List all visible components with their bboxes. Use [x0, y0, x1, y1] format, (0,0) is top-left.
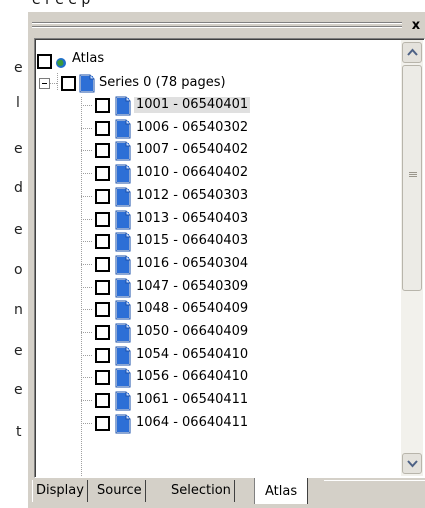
page-label: 1061 - 06540411 [136, 392, 249, 408]
bg-letter: l [16, 95, 20, 111]
bg-letter: e [14, 141, 23, 157]
bg-letter: e [14, 382, 23, 398]
document-icon [115, 346, 131, 366]
tree-page-item[interactable]: 1006 - 06540302 [35, 118, 395, 139]
page-checkbox[interactable] [95, 415, 110, 431]
globe-icon [56, 58, 66, 68]
page-label: 1007 - 06540402 [136, 142, 249, 158]
chevron-down-icon [407, 460, 418, 468]
tree-page-item[interactable]: 1048 - 06540409 [35, 299, 395, 320]
document-icon [115, 414, 131, 434]
tab-source[interactable]: Source [94, 480, 146, 502]
bg-letter: d [14, 180, 23, 196]
document-icon [115, 96, 131, 116]
tab-display[interactable]: Display [32, 480, 88, 502]
page-label: 1056 - 06640410 [136, 369, 249, 385]
panel-tabs: Display Source Selection Atlas [28, 478, 425, 508]
document-icon [79, 74, 95, 93]
bg-letter: o [14, 262, 23, 278]
grip-icon [409, 172, 417, 178]
close-button[interactable]: x [409, 19, 423, 33]
tab-atlas[interactable]: Atlas [254, 478, 309, 504]
page-checkbox[interactable] [95, 234, 110, 250]
background-text-fragment: e r e e p [0, 0, 425, 11]
tree-page-item[interactable]: 1016 - 06540304 [35, 254, 395, 275]
bg-letter: e [14, 222, 23, 238]
series-checkbox[interactable] [61, 76, 76, 91]
page-checkbox[interactable] [95, 393, 110, 409]
document-icon [115, 391, 131, 411]
page-checkbox[interactable] [95, 302, 110, 318]
page-checkbox[interactable] [95, 211, 110, 227]
document-icon [115, 141, 131, 161]
page-checkbox[interactable] [95, 279, 110, 295]
tree-root-atlas[interactable]: Atlas [35, 51, 395, 72]
page-label: 1010 - 06640402 [136, 165, 249, 181]
page-label: 1013 - 06540403 [136, 210, 249, 226]
atlas-tree: Atlas Series 0 (78 pages) 1001 - 0654040… [34, 38, 425, 478]
chevron-up-icon [407, 48, 418, 56]
atlas-panel: x Atlas Series 0 (78 pages) 1001 - 06540… [28, 12, 425, 508]
page-checkbox[interactable] [95, 188, 110, 204]
tree-page-item[interactable]: 1061 - 06540411 [35, 390, 395, 411]
tree-page-item[interactable]: 1050 - 06640409 [35, 322, 395, 343]
scroll-up-button[interactable] [402, 42, 422, 63]
document-icon [115, 323, 131, 343]
document-icon [115, 232, 131, 252]
tree-page-item[interactable]: 1064 - 06640411 [35, 413, 395, 434]
page-label: 1006 - 06540302 [136, 119, 249, 135]
document-icon [115, 300, 131, 320]
page-checkbox[interactable] [95, 370, 110, 386]
page-label: 1012 - 06540303 [136, 187, 249, 203]
background-text-column: e l e d e o n e e t [0, 0, 28, 508]
vertical-scrollbar[interactable] [401, 40, 423, 476]
document-icon [115, 210, 131, 229]
tree-page-item[interactable]: 1056 - 06640410 [35, 367, 395, 388]
document-icon [115, 278, 131, 298]
page-checkbox[interactable] [95, 98, 110, 113]
bg-letter: n [14, 302, 23, 318]
collapse-toggle[interactable] [39, 78, 50, 89]
page-checkbox[interactable] [95, 143, 110, 159]
page-checkbox[interactable] [95, 256, 110, 272]
tab-selection[interactable]: Selection [168, 480, 235, 502]
tree-page-item[interactable]: 1015 - 06640403 [35, 231, 395, 252]
tree-root-label: Atlas [72, 51, 105, 66]
tree-page-item[interactable]: 1007 - 06540402 [35, 140, 395, 161]
document-icon [115, 255, 131, 275]
panel-drag-grip[interactable] [32, 20, 402, 31]
document-icon [115, 119, 131, 139]
document-icon [115, 368, 131, 388]
page-checkbox[interactable] [95, 166, 110, 182]
tree-series[interactable]: Series 0 (78 pages) [35, 73, 395, 94]
page-label: 1050 - 06640409 [136, 324, 249, 339]
page-label: 1054 - 06540410 [136, 346, 249, 362]
tree-page-item[interactable]: 1013 - 06540403 [35, 209, 395, 230]
scroll-thumb[interactable] [402, 65, 422, 291]
root-checkbox[interactable] [37, 54, 52, 69]
page-label: 1001 - 06540401 [134, 97, 251, 113]
bg-letter: e [14, 60, 23, 76]
page-checkbox[interactable] [95, 347, 110, 363]
document-icon [115, 187, 131, 207]
bg-letter: e [14, 343, 23, 359]
page-checkbox[interactable] [95, 120, 110, 136]
tree-page-item[interactable]: 1012 - 06540303 [35, 186, 395, 207]
tree-page-item[interactable]: 1010 - 06640402 [35, 163, 395, 184]
bg-letter: t [16, 424, 22, 440]
page-label: 1016 - 06540304 [136, 255, 249, 271]
tree-page-item[interactable]: 1054 - 06540410 [35, 345, 395, 366]
document-icon [115, 164, 131, 184]
page-label: 1048 - 06540409 [136, 301, 249, 317]
page-checkbox[interactable] [95, 325, 110, 340]
page-label: 1047 - 06540309 [136, 278, 249, 294]
page-label: 1015 - 06640403 [136, 233, 249, 249]
tree-page-item[interactable]: 1001 - 06540401 [35, 95, 395, 116]
page-label: 1064 - 06640411 [136, 414, 249, 430]
series-label: Series 0 (78 pages) [99, 75, 226, 90]
tree-page-item[interactable]: 1047 - 06540309 [35, 277, 395, 298]
scroll-down-button[interactable] [402, 453, 422, 474]
